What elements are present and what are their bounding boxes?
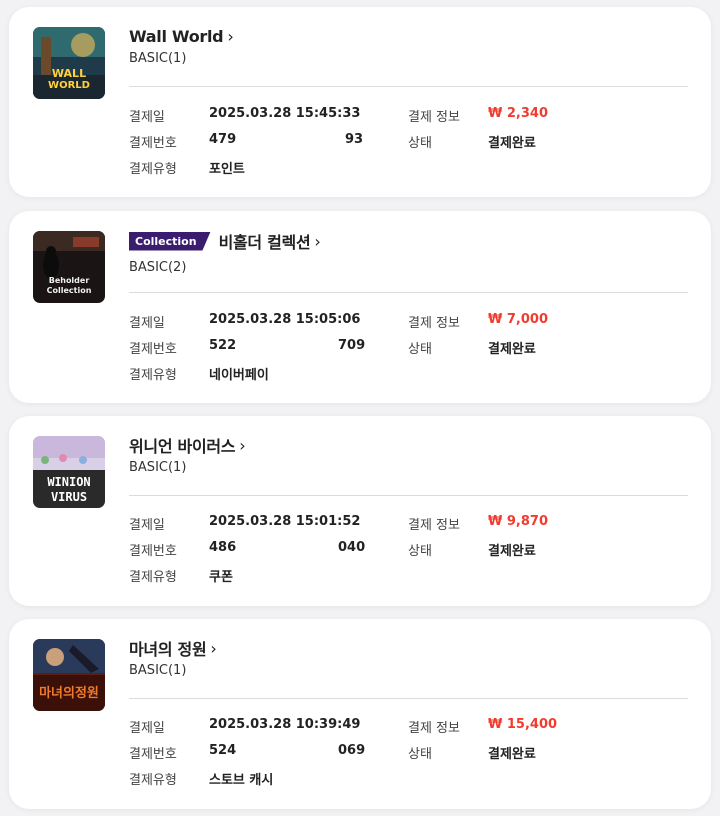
product-variant: BASIC(1) [129, 460, 187, 475]
order-card: WINION VIRUS 위니언 바이러스 › BASIC(1) 결제일 202… [9, 416, 711, 606]
order-no-end: 709 [338, 338, 366, 353]
date-value: 2025.03.28 10:39:49 [209, 717, 361, 732]
game-thumbnail[interactable]: 마녀의정원 [33, 639, 105, 711]
order-no-end: 069 [338, 743, 366, 758]
product-header[interactable]: 마녀의 정원 › [129, 635, 217, 661]
pay-type-label: 결제유형 [129, 368, 177, 383]
divider [129, 86, 688, 87]
product-header[interactable]: Wall World › [129, 23, 234, 49]
order-card: WALL WORLD Wall World › BASIC(1) 결제일 202… [9, 7, 711, 197]
pay-info-label: 결제 정보 [408, 110, 460, 125]
status-value: 결제완료 [488, 544, 536, 559]
collection-badge: Collection [129, 231, 211, 251]
status-label: 상태 [408, 544, 432, 559]
pay-type-value: 네이버페이 [209, 368, 269, 383]
status-value: 결제완료 [488, 342, 536, 357]
product-variant: BASIC(1) [129, 663, 187, 678]
status-value: 결제완료 [488, 136, 536, 151]
pay-type-label: 결제유형 [129, 773, 177, 788]
order-no-end: 040 [338, 540, 366, 555]
order-card: 마녀의정원 마녀의 정원 › BASIC(1) 결제일 2025.03.28 1… [9, 619, 711, 809]
date-label: 결제일 [129, 721, 165, 736]
status-label: 상태 [408, 747, 432, 762]
game-thumbnail[interactable]: WINION VIRUS [33, 436, 105, 508]
price-value: ₩ 2,340 [488, 106, 548, 121]
pay-info-label: 결제 정보 [408, 316, 460, 331]
svg-text:WORLD: WORLD [48, 80, 90, 91]
order-no-label: 결제번호 [129, 136, 177, 151]
game-thumbnail[interactable]: Beholder Collection [33, 231, 105, 303]
chevron-right-icon: › [239, 435, 246, 455]
status-label: 상태 [408, 136, 432, 151]
order-no-end: 93 [345, 132, 364, 147]
date-label: 결제일 [129, 110, 165, 125]
product-title[interactable]: 위니언 바이러스 [129, 433, 236, 457]
pay-info-label: 결제 정보 [408, 518, 460, 533]
pay-info-label: 결제 정보 [408, 721, 460, 736]
witch-garden-thumbnail-image: 마녀의정원 [33, 639, 105, 711]
order-no-start: 524 [209, 743, 237, 758]
order-card: Beholder Collection Collection 비홀더 컬렉션 ›… [9, 211, 711, 403]
order-no-start: 486 [209, 540, 237, 555]
svg-text:Beholder: Beholder [49, 276, 90, 285]
order-no-label: 결제번호 [129, 342, 177, 357]
product-variant: BASIC(2) [129, 260, 187, 275]
product-header[interactable]: 위니언 바이러스 › [129, 432, 246, 458]
pay-type-value: 쿠폰 [209, 570, 233, 585]
order-no-start: 479 [209, 132, 237, 147]
product-title[interactable]: Wall World [129, 27, 224, 46]
order-no-label: 결제번호 [129, 747, 177, 762]
svg-text:WALL: WALL [52, 67, 86, 80]
divider [129, 292, 688, 293]
svg-text:마녀의정원: 마녀의정원 [39, 685, 99, 701]
date-label: 결제일 [129, 316, 165, 331]
price-value: ₩ 9,870 [488, 514, 548, 529]
wall-world-thumbnail-image: WALL WORLD [33, 27, 105, 99]
divider [129, 495, 688, 496]
pay-type-label: 결제유형 [129, 162, 177, 177]
product-title[interactable]: 마녀의 정원 [129, 636, 207, 660]
date-value: 2025.03.28 15:45:33 [209, 106, 361, 121]
product-variant: BASIC(1) [129, 51, 187, 66]
date-value: 2025.03.28 15:05:06 [209, 312, 361, 327]
product-title[interactable]: 비홀더 컬렉션 [219, 229, 311, 253]
beholder-thumbnail-image: Beholder Collection [33, 231, 105, 303]
chevron-right-icon: › [227, 26, 234, 46]
price-value: ₩ 7,000 [488, 312, 548, 327]
chevron-right-icon: › [314, 231, 321, 251]
date-value: 2025.03.28 15:01:52 [209, 514, 361, 529]
price-value: ₩ 15,400 [488, 717, 558, 732]
divider [129, 698, 688, 699]
status-value: 결제완료 [488, 747, 536, 762]
date-label: 결제일 [129, 518, 165, 533]
svg-text:VIRUS: VIRUS [51, 490, 87, 504]
game-thumbnail[interactable]: WALL WORLD [33, 27, 105, 99]
status-label: 상태 [408, 342, 432, 357]
pay-type-value: 포인트 [209, 162, 245, 177]
winion-virus-thumbnail-image: WINION VIRUS [33, 436, 105, 508]
order-no-start: 522 [209, 338, 237, 353]
chevron-right-icon: › [210, 638, 217, 658]
product-header[interactable]: Collection 비홀더 컬렉션 › [129, 228, 321, 254]
order-no-label: 결제번호 [129, 544, 177, 559]
pay-type-value: 스토브 캐시 [209, 773, 274, 788]
svg-text:Collection: Collection [47, 286, 92, 295]
svg-text:WINION: WINION [47, 475, 90, 489]
pay-type-label: 결제유형 [129, 570, 177, 585]
